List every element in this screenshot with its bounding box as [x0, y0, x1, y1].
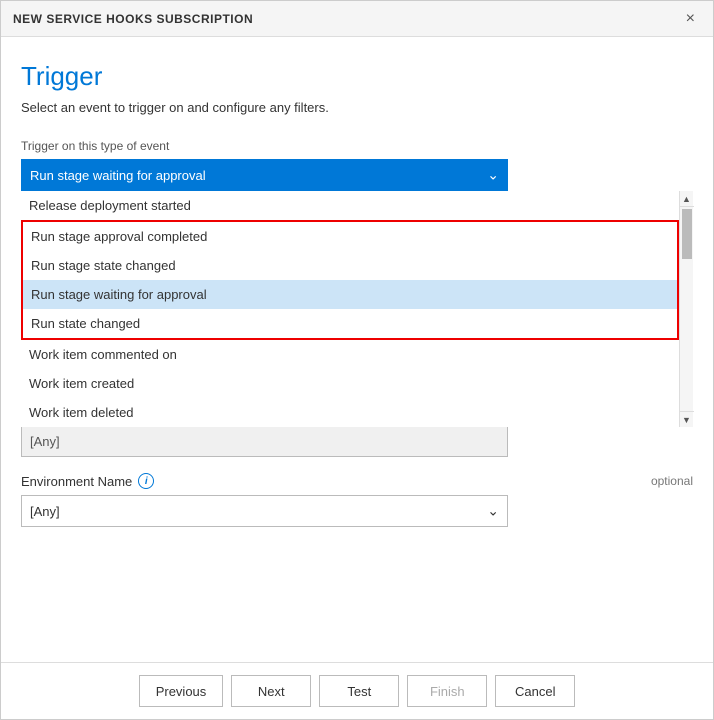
scroll-track [682, 207, 692, 411]
scroll-thumb [682, 209, 692, 259]
page-subtitle: Select an event to trigger on and config… [21, 100, 693, 115]
scroll-down-icon[interactable]: ▼ [680, 411, 694, 427]
list-item[interactable]: Run stage approval completed [23, 222, 677, 251]
red-border-group: Run stage approval completed Run stage s… [21, 220, 679, 340]
list-item[interactable]: Work item created [21, 369, 679, 398]
scroll-up-icon[interactable]: ▲ [680, 191, 694, 207]
trigger-field-label: Trigger on this type of event [21, 139, 693, 153]
list-item[interactable]: Run state changed [23, 309, 677, 338]
dropdown-arrow-icon: ⌄ [487, 167, 499, 184]
dialog: NEW SERVICE HOOKS SUBSCRIPTION × Trigger… [0, 0, 714, 720]
page-title: Trigger [21, 61, 693, 92]
dialog-content: Trigger Select an event to trigger on an… [1, 37, 713, 662]
cancel-button[interactable]: Cancel [495, 675, 575, 707]
env-label-row: Environment Name i optional [21, 473, 693, 489]
list-item[interactable]: Work item commented on [21, 340, 679, 369]
env-dropdown-arrow-icon: ⌄ [487, 503, 499, 520]
env-selected-value: [Any] [30, 504, 60, 519]
trigger-dropdown-wrapper: Run stage waiting for approval ⌄ Release… [21, 159, 693, 457]
list-item[interactable]: Work item deleted [21, 398, 679, 427]
environment-filter-section: Environment Name i optional [Any] ⌄ [21, 473, 693, 527]
dialog-title: NEW SERVICE HOOKS SUBSCRIPTION [13, 12, 253, 26]
filter-hint: [Any] [21, 427, 508, 457]
trigger-dropdown-selected[interactable]: Run stage waiting for approval ⌄ [21, 159, 508, 191]
next-button[interactable]: Next [231, 675, 311, 707]
info-icon[interactable]: i [138, 473, 154, 489]
dropdown-list: Release deployment started Run stage app… [21, 191, 679, 427]
test-button[interactable]: Test [319, 675, 399, 707]
dialog-footer: Previous Next Test Finish Cancel [1, 662, 713, 719]
dialog-titlebar: NEW SERVICE HOOKS SUBSCRIPTION × [1, 1, 713, 37]
dropdown-list-container: Release deployment started Run stage app… [21, 191, 693, 427]
close-button[interactable]: × [680, 9, 701, 29]
optional-label: optional [651, 474, 693, 488]
list-item[interactable]: Release deployment started [21, 191, 679, 220]
dropdown-scrollbar: ▲ ▼ [679, 191, 693, 427]
list-item-waiting-for-approval[interactable]: Run stage waiting for approval [23, 280, 677, 309]
env-field-label: Environment Name [21, 474, 132, 489]
previous-button[interactable]: Previous [139, 675, 224, 707]
trigger-selected-value: Run stage waiting for approval [30, 168, 206, 183]
finish-button[interactable]: Finish [407, 675, 487, 707]
list-item[interactable]: Run stage state changed [23, 251, 677, 280]
env-dropdown[interactable]: [Any] ⌄ [21, 495, 508, 527]
